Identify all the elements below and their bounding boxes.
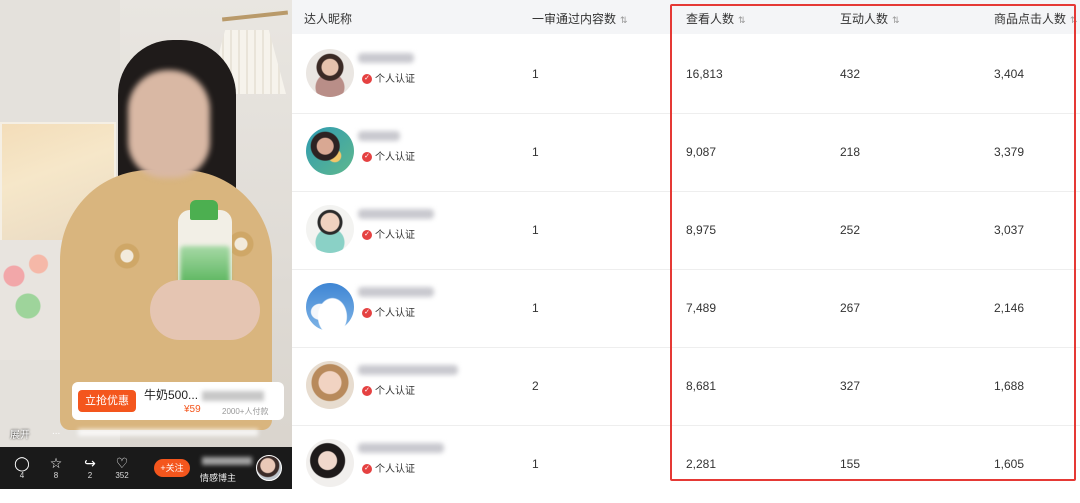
verified-icon: ✓: [362, 152, 372, 163]
like-count: 352: [115, 471, 129, 480]
promo-price: ¥59: [184, 404, 201, 415]
favorite-count: 8: [53, 471, 59, 480]
product-title-text: 牛奶500...: [144, 388, 199, 402]
product-title-blurred: [202, 390, 265, 401]
creator-avatar[interactable]: [306, 49, 354, 97]
bottle-cap: [190, 200, 218, 220]
presenter-hands: [150, 280, 260, 340]
video-caption: 展开 ...: [8, 426, 284, 441]
caption-ellipsis: ...: [52, 426, 61, 437]
comment-icon: ◯: [14, 455, 30, 471]
verified-icon: ✓: [362, 308, 372, 319]
sort-icon[interactable]: ⇅: [620, 15, 628, 25]
first-review-count: 1: [532, 67, 539, 81]
share-button[interactable]: ↪ 2: [80, 455, 100, 483]
video-preview[interactable]: 立抢优惠 牛奶500... ¥59 2000+人付款 展开 ... ◯ 4 ☆ …: [0, 0, 292, 489]
creator-avatar[interactable]: [306, 205, 354, 253]
promo-product-title: 牛奶500...: [144, 386, 265, 403]
verification-label: 个人认证: [375, 386, 415, 397]
header-nickname: 达人昵称: [304, 12, 353, 26]
verification-badge: ✓ 个人认证: [362, 460, 415, 475]
creator-nickname-blurred: [358, 53, 414, 63]
favorite-button[interactable]: ☆ 8: [46, 455, 66, 483]
first-review-count: 1: [532, 145, 539, 159]
share-count: 2: [87, 471, 93, 480]
verified-icon: ✓: [362, 464, 372, 475]
creator-avatar[interactable]: [306, 283, 354, 331]
verification-label: 个人认证: [375, 230, 415, 241]
heart-icon: ♡: [115, 455, 129, 471]
creator-nickname-blurred: [358, 131, 400, 141]
verification-badge: ✓ 个人认证: [362, 70, 415, 85]
verification-badge: ✓ 个人认证: [362, 148, 415, 163]
verified-icon: ✓: [362, 74, 372, 85]
verified-icon: ✓: [362, 230, 372, 241]
follow-button[interactable]: +关注: [154, 459, 190, 477]
promo-sold-count: 2000+人付款: [222, 407, 269, 416]
lamp-arm: [221, 10, 289, 22]
caption-text-blurred: [78, 429, 258, 436]
highlight-box: [670, 4, 1076, 481]
header-first-review-count[interactable]: 一审通过内容数 ⇅: [532, 10, 628, 27]
comment-count: 4: [19, 471, 25, 480]
creator-avatar[interactable]: [306, 127, 354, 175]
first-review-count: 2: [532, 379, 539, 393]
comment-button[interactable]: ◯ 4: [12, 455, 32, 483]
creator-nickname-blurred: [358, 365, 458, 375]
sweater-embroidery: [112, 236, 142, 276]
first-review-count: 1: [532, 301, 539, 315]
product-promo-card[interactable]: 立抢优惠 牛奶500... ¥59 2000+人付款: [72, 382, 284, 420]
video-action-bar: ◯ 4 ☆ 8 ↪ 2 ♡ 352 +关注 情感博主: [0, 447, 292, 489]
share-icon: ↪: [84, 455, 96, 471]
verification-label: 个人认证: [375, 152, 415, 163]
verification-label: 个人认证: [375, 464, 415, 475]
like-button[interactable]: ♡ 352: [112, 455, 132, 483]
first-review-count: 1: [532, 223, 539, 237]
verification-label: 个人认证: [375, 308, 415, 319]
header-first-review-label: 一审通过内容数: [532, 12, 617, 26]
creator-nickname-blurred: [358, 443, 444, 453]
creator-nickname-blurred: [358, 287, 434, 297]
presenter-face-blurred: [128, 70, 210, 178]
first-review-count: 1: [532, 457, 539, 471]
verification-badge: ✓ 个人认证: [362, 304, 415, 319]
verification-badge: ✓ 个人认证: [362, 382, 415, 397]
creator-avatar[interactable]: [306, 361, 354, 409]
host-name: 情感博主: [200, 473, 237, 483]
verified-icon: ✓: [362, 386, 372, 397]
verification-label: 个人认证: [375, 74, 415, 85]
caption-expand-link[interactable]: 展开: [10, 426, 30, 441]
host-avatar[interactable]: [256, 455, 282, 481]
grab-discount-button[interactable]: 立抢优惠: [78, 390, 136, 412]
verification-badge: ✓ 个人认证: [362, 226, 415, 241]
creator-avatar[interactable]: [306, 439, 354, 487]
host-id-blurred: [202, 457, 252, 465]
star-icon: ☆: [49, 455, 63, 471]
creator-nickname-blurred: [358, 209, 434, 219]
